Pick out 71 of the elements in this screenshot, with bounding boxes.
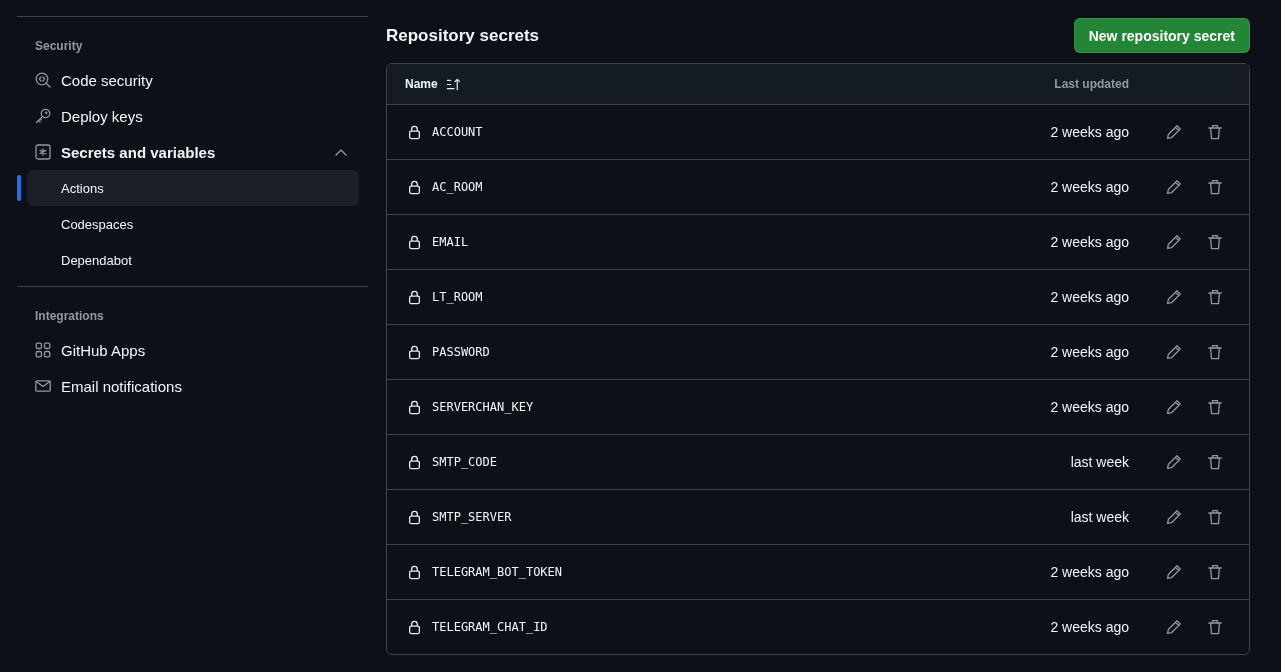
trash-icon (1207, 454, 1223, 470)
new-secret-button[interactable]: New repository secret (1073, 18, 1250, 53)
lock-icon (407, 289, 422, 305)
trash-icon (1207, 619, 1223, 635)
secret-name: EMAIL (432, 235, 469, 249)
pencil-icon (1166, 124, 1182, 140)
secret-name: LT_ROOM (432, 290, 483, 304)
lock-icon (407, 179, 422, 195)
envelope-icon (35, 378, 51, 394)
lock-icon (407, 509, 422, 525)
sidebar-section-heading: Integrations (34, 308, 105, 325)
trash-icon (1207, 289, 1223, 305)
column-header: Last updated (1054, 77, 1129, 91)
lock-icon (407, 344, 422, 360)
sidebar-item[interactable]: GitHub Apps (27, 332, 359, 368)
secret-name: SMTP_SERVER (432, 510, 512, 524)
updated-time: 2 weeks ago (1050, 564, 1129, 580)
updated-time: 2 weeks ago (1050, 289, 1129, 305)
trash-icon (1207, 564, 1223, 580)
pencil-icon (1166, 234, 1182, 250)
trash-icon (1207, 509, 1223, 525)
sidebar-item[interactable]: Email notifications (27, 368, 359, 404)
sidebar-section-heading: Security (34, 38, 84, 55)
sort-icon (445, 76, 461, 92)
sort-button[interactable]: Name (401, 72, 465, 96)
trash-icon (1207, 399, 1223, 415)
pencil-icon (1166, 619, 1182, 635)
lock-icon (407, 619, 422, 635)
trash-icon (1207, 179, 1223, 195)
pencil-icon (1166, 179, 1182, 195)
chevron-up-icon (335, 148, 347, 156)
secret-name: ACCOUNT (432, 125, 483, 139)
secret-name: SERVERCHAN_KEY (432, 400, 534, 414)
pencil-icon (1166, 564, 1182, 580)
key-icon (35, 108, 51, 124)
pencil-icon (1166, 454, 1182, 470)
asterisk-square-icon (35, 144, 51, 160)
updated-time: 2 weeks ago (1050, 344, 1129, 360)
pencil-icon (1166, 289, 1182, 305)
updated-time: 2 weeks ago (1050, 399, 1129, 415)
updated-time: 2 weeks ago (1050, 179, 1129, 195)
trash-icon (1207, 234, 1223, 250)
trash-icon (1207, 344, 1223, 360)
sidebar-subitem[interactable]: Codespaces (27, 206, 359, 242)
trash-icon (1207, 124, 1223, 140)
updated-time: last week (1070, 509, 1129, 525)
updated-time: 2 weeks ago (1050, 234, 1129, 250)
lock-icon (407, 454, 422, 470)
lock-icon (407, 564, 422, 580)
code-magnifier-icon (35, 72, 51, 88)
section-title: Repository secrets (386, 25, 540, 46)
sidebar-item[interactable]: Code security (27, 62, 359, 98)
secret-name: TELEGRAM_BOT_TOKEN (432, 565, 563, 579)
sidebar-item[interactable]: Secrets and variables (27, 134, 359, 170)
secret-name: TELEGRAM_CHAT_ID (432, 620, 548, 634)
updated-time: last week (1070, 454, 1129, 470)
lock-icon (407, 399, 422, 415)
updated-time: 2 weeks ago (1050, 124, 1129, 140)
sidebar-subitem[interactable]: Dependabot (27, 242, 359, 278)
secret-name: AC_ROOM (432, 180, 483, 194)
pencil-icon (1166, 399, 1182, 415)
pencil-icon (1166, 344, 1182, 360)
lock-icon (407, 234, 422, 250)
apps-grid-icon (35, 342, 51, 358)
sidebar-item[interactable]: Deploy keys (27, 98, 359, 134)
pencil-icon (1166, 509, 1182, 525)
secret-name: SMTP_CODE (432, 455, 498, 469)
lock-icon (407, 124, 422, 140)
secret-name: PASSWORD (432, 345, 490, 359)
sidebar-subitem[interactable]: Actions (27, 170, 359, 206)
updated-time: 2 weeks ago (1050, 619, 1129, 635)
